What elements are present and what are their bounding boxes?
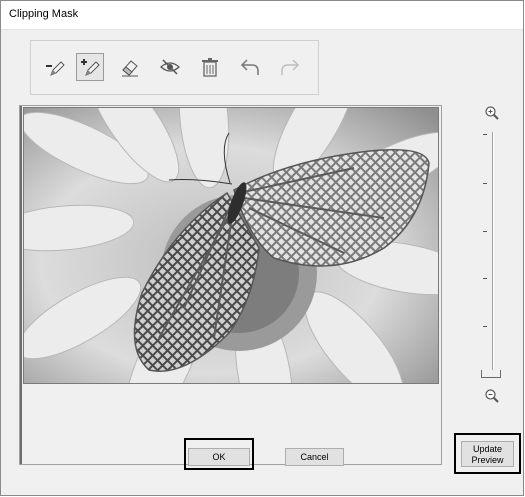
zoom-out-button[interactable] xyxy=(483,387,501,405)
update-preview-label-line2: Preview xyxy=(471,455,504,465)
zoom-in-icon xyxy=(485,106,499,120)
clear-mask-button[interactable] xyxy=(196,53,224,81)
hide-mask-button[interactable] xyxy=(156,53,184,81)
cancel-button[interactable]: Cancel xyxy=(285,448,344,466)
zoom-in-button[interactable] xyxy=(483,104,501,122)
update-preview-button[interactable]: Update Preview xyxy=(461,441,514,467)
zoom-slider-thumb[interactable] xyxy=(481,370,501,378)
ok-button[interactable]: OK xyxy=(188,448,250,466)
eye-slash-icon xyxy=(160,59,180,75)
window-title: Clipping Mask xyxy=(9,8,79,20)
add-mask-button[interactable] xyxy=(76,53,104,81)
eraser-icon xyxy=(122,60,138,77)
undo-button[interactable] xyxy=(236,53,264,81)
canvas-frame-edge xyxy=(20,106,22,464)
plus-pencil-icon xyxy=(81,59,100,76)
redo-button[interactable] xyxy=(276,53,304,81)
minus-pencil-icon xyxy=(46,61,65,76)
redo-arrow-icon xyxy=(281,59,300,75)
zoom-tick xyxy=(483,231,487,232)
flower-photo-image xyxy=(24,108,438,383)
mask-toolbar xyxy=(30,40,319,95)
mask-preview-canvas[interactable] xyxy=(23,107,439,384)
title-bar: Clipping Mask xyxy=(1,1,523,30)
subtract-mask-button[interactable] xyxy=(41,53,69,81)
eraser-button[interactable] xyxy=(116,53,144,81)
zoom-out-icon xyxy=(485,389,499,403)
zoom-tick xyxy=(483,326,487,327)
zoom-tick xyxy=(483,134,487,135)
zoom-slider-track[interactable] xyxy=(492,132,494,373)
zoom-tick xyxy=(483,183,487,184)
zoom-tick xyxy=(483,278,487,279)
clipping-mask-dialog: Clipping Mask Update Preview OK Cancel xyxy=(0,0,524,496)
trash-icon xyxy=(202,58,218,77)
undo-arrow-icon xyxy=(240,59,259,75)
update-preview-label-line1: Update xyxy=(472,444,503,454)
